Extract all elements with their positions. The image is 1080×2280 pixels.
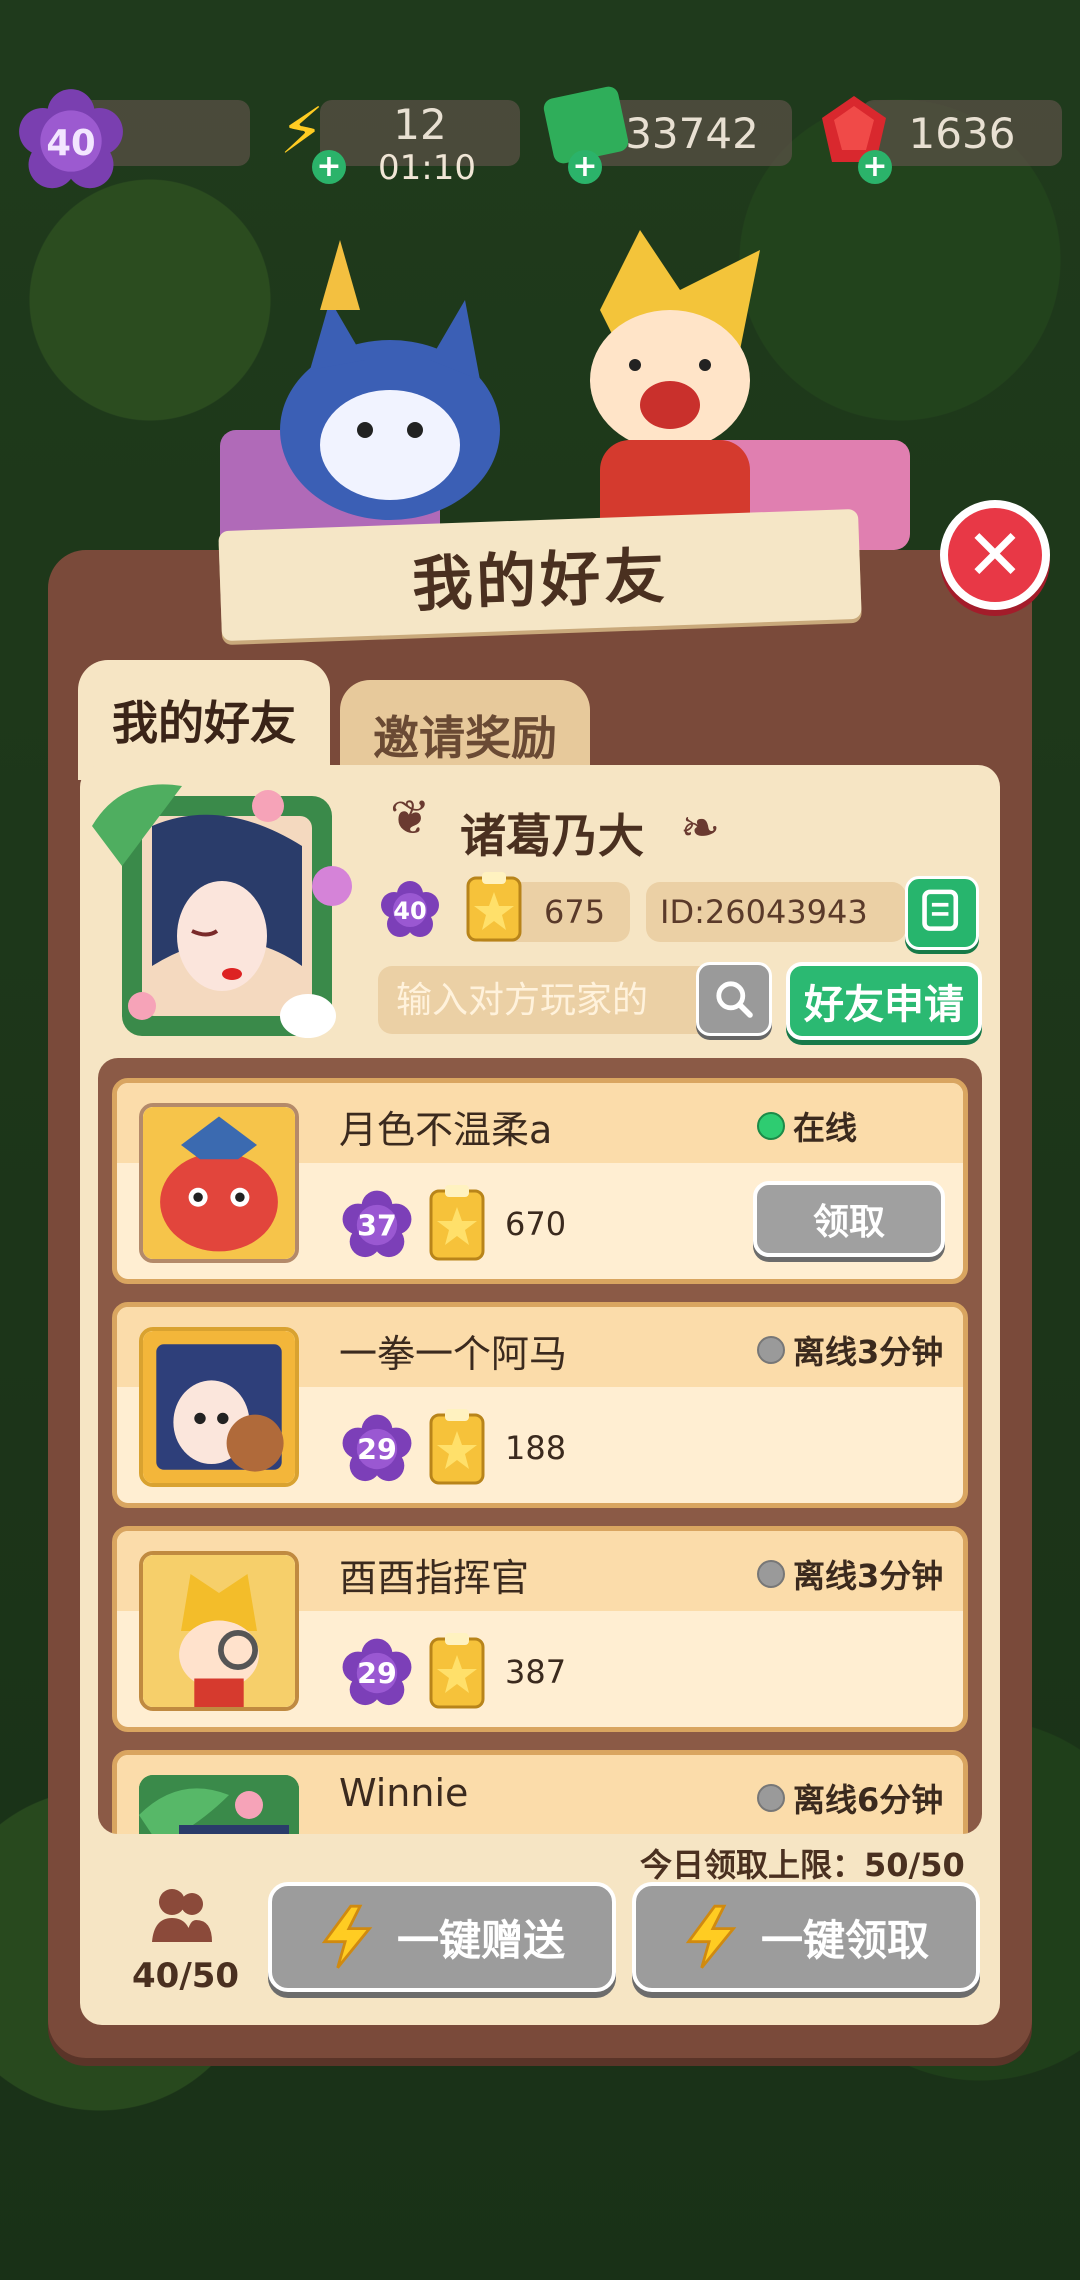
svg-text:29: 29 (357, 1434, 397, 1467)
friend-avatar[interactable] (139, 1103, 299, 1263)
friend-avatar[interactable] (139, 1775, 299, 1834)
add-gems-button[interactable]: + (858, 150, 892, 184)
clipboard-star-icon (429, 1409, 485, 1485)
player-search-input[interactable] (378, 966, 718, 1034)
svg-text:40: 40 (393, 897, 426, 925)
cash-value: 33742 (625, 108, 759, 158)
svg-text:29: 29 (357, 1658, 397, 1691)
player-id-pill: ID:26043943 (646, 882, 906, 942)
energy-value: 12 (393, 99, 447, 149)
friend-count: 40/50 (132, 1956, 240, 1996)
copy-id-button[interactable] (905, 876, 979, 950)
friend-avatar[interactable] (139, 1551, 299, 1711)
send-all-button[interactable]: 一键赠送 (268, 1882, 616, 1992)
tab-my-friends[interactable]: 我的好友 (78, 660, 330, 780)
friend-name: 一拳一个阿马 (339, 1332, 568, 1376)
tab-invite-rewards-label: 邀请奖励 (373, 711, 557, 765)
tab-my-friends-label: 我的好友 (112, 696, 296, 750)
friend-score: 670 (505, 1205, 567, 1243)
friend-level-badge: 29 (342, 1638, 412, 1706)
search-button[interactable] (696, 962, 772, 1036)
claim-button-label: 领取 (812, 1202, 885, 1243)
gem-value: 1636 (908, 108, 1016, 158)
svg-text:37: 37 (357, 1210, 397, 1243)
name-swirl-right-icon: ❧ (680, 800, 721, 856)
friends-list[interactable]: 月色不温柔a 在线 37 670 领取 一拳一个阿马 离线3分钟 29 188 … (98, 1058, 982, 1834)
energy-timer: 01:10 (378, 148, 476, 188)
friend-card[interactable]: 酉酉指挥官 离线3分钟 29 387 (112, 1526, 968, 1732)
claim-all-button[interactable]: 一键领取 (632, 1882, 980, 1992)
friend-status: 离线3分钟 (757, 1551, 943, 1597)
friend-avatar[interactable] (139, 1327, 299, 1487)
friend-level-badge: 29 (342, 1414, 412, 1482)
level-flower-icon: 40 (19, 89, 123, 189)
player-level-badge: 40 (381, 881, 439, 937)
search-icon (716, 981, 753, 1018)
dialog-title: 我的好友 (411, 541, 670, 620)
lightning-icon (321, 1904, 373, 1969)
friend-name: 酉酉指挥官 (339, 1556, 530, 1600)
clipboard-star-icon (429, 1185, 485, 1261)
friend-card[interactable]: 月色不温柔a 在线 37 670 领取 (112, 1078, 968, 1284)
friend-request-label: 好友申请 (804, 982, 964, 1028)
copy-icon (922, 889, 959, 931)
player-level-text: 40 (46, 123, 95, 164)
add-cash-button[interactable]: + (568, 150, 602, 184)
friend-request-button[interactable]: 好友申请 (786, 962, 982, 1040)
clipboard-star-icon (466, 872, 522, 942)
friend-status: 在线 (757, 1103, 857, 1149)
offline-dot-icon (757, 1336, 785, 1364)
friend-card[interactable]: Winnie 离线6分钟 (112, 1750, 968, 1834)
lightning-icon (685, 1904, 737, 1969)
dialog-title-ribbon: 我的好友 (218, 508, 862, 642)
claim-button[interactable]: 领取 (753, 1181, 945, 1257)
offline-dot-icon (757, 1784, 785, 1812)
claim-all-label: 一键领取 (760, 1915, 929, 1965)
friend-score: 188 (505, 1429, 567, 1467)
add-energy-button[interactable]: + (312, 150, 346, 184)
player-score: 675 (544, 893, 606, 931)
daily-claim-limit: 今日领取上限：50/50 (640, 1846, 965, 1884)
player-name: 诸葛乃大 (460, 809, 644, 863)
close-icon: ✕ (965, 514, 1025, 596)
player-avatar[interactable] (82, 766, 372, 1056)
clipboard-star-icon (429, 1633, 485, 1709)
friend-name: 月色不温柔a (339, 1108, 553, 1152)
name-swirl-left-icon: ❦ (390, 790, 431, 846)
player-id: ID:26043943 (660, 893, 868, 931)
send-all-label: 一键赠送 (396, 1915, 565, 1965)
friend-status: 离线3分钟 (757, 1327, 943, 1373)
friend-score: 387 (505, 1653, 567, 1691)
offline-dot-icon (757, 1560, 785, 1588)
friend-status: 离线6分钟 (757, 1775, 943, 1821)
friends-icon (152, 1889, 212, 1942)
friend-name: Winnie (339, 1771, 469, 1815)
friend-card[interactable]: 一拳一个阿马 离线3分钟 29 188 (112, 1302, 968, 1508)
online-dot-icon (757, 1112, 785, 1140)
friend-level-badge: 37 (342, 1190, 412, 1258)
close-button[interactable]: ✕ (940, 500, 1050, 610)
player-score-pill: 675 (466, 872, 630, 942)
